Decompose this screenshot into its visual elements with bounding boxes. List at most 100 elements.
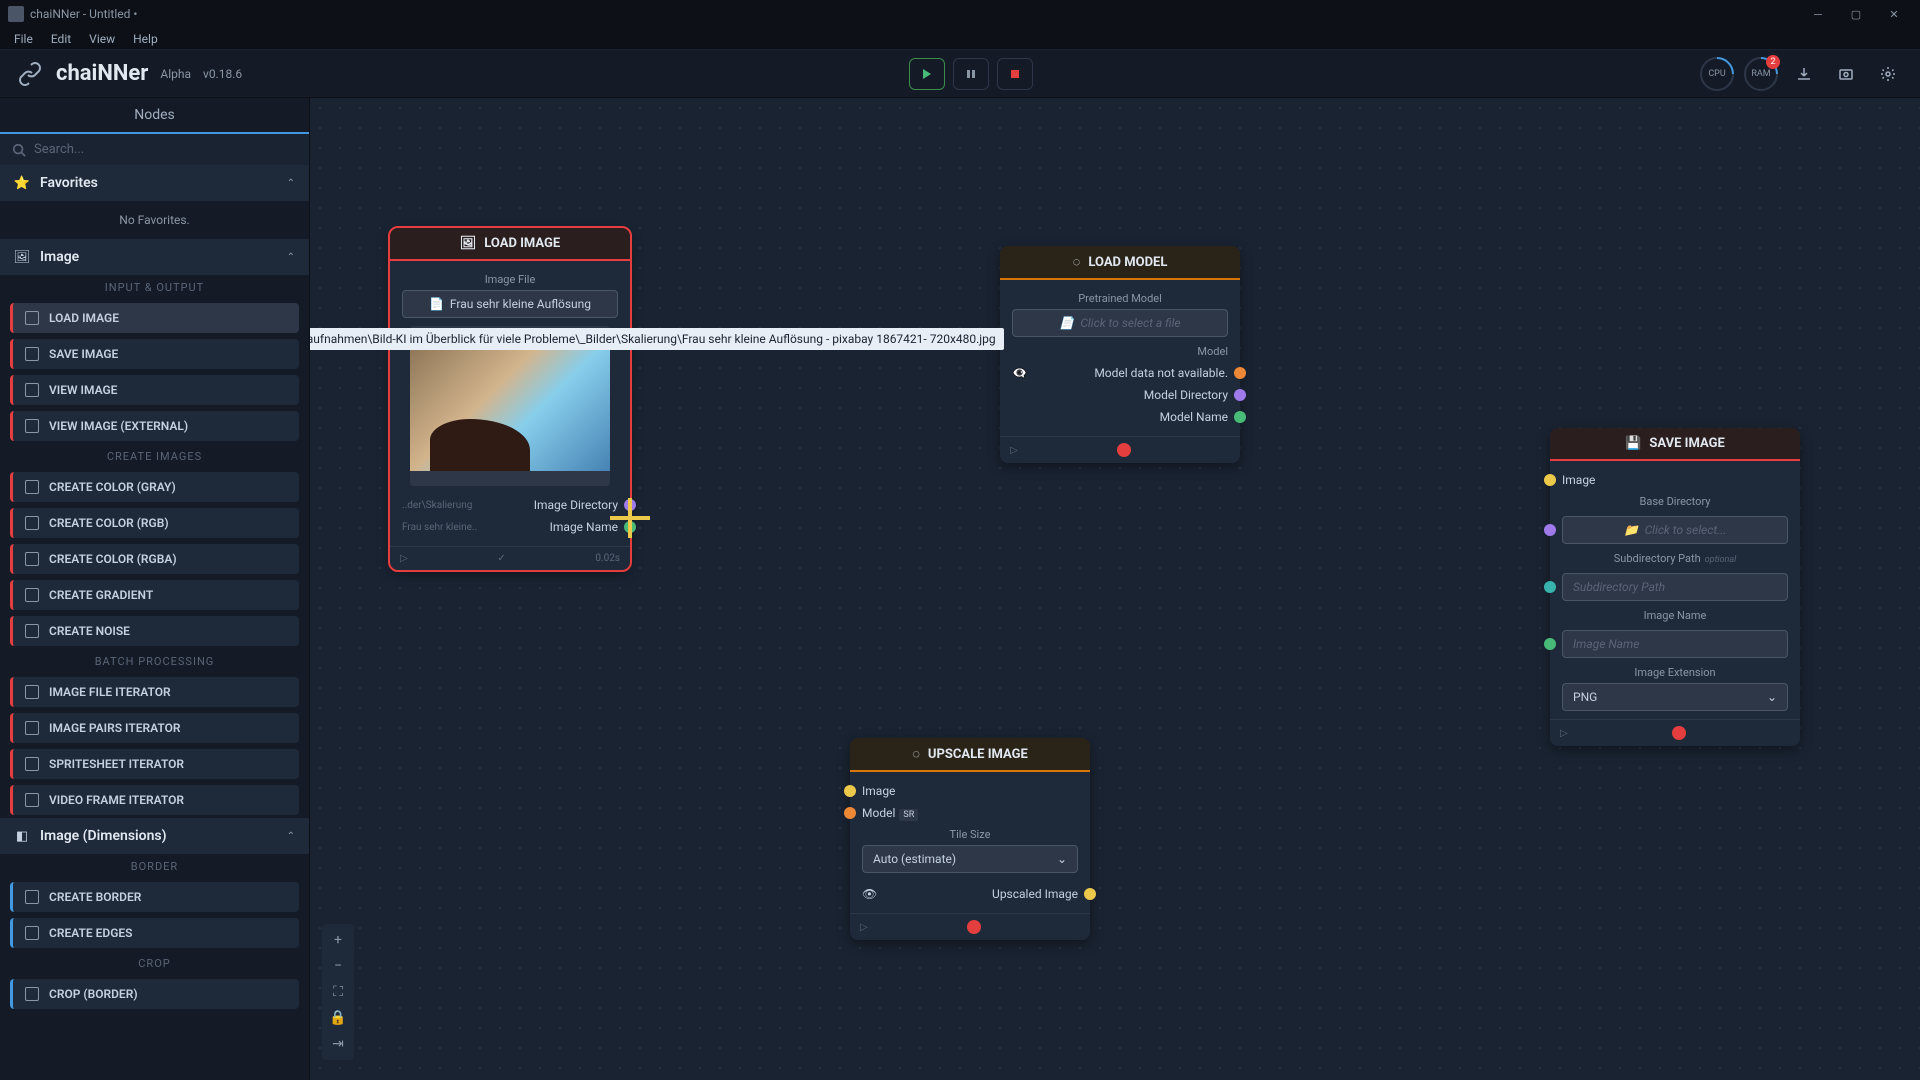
out-name-label: Model Name [1160,410,1228,424]
subdir-label: Subdirectory Pathoptional [1562,552,1788,565]
port-model-in[interactable] [844,807,856,819]
no-favorites: No Favorites. [0,201,309,239]
minimize-button[interactable]: ─ [1800,4,1836,24]
model-warn: Model data not available. [1027,366,1228,380]
node-item-pairs-iterator[interactable]: IMAGE PAIRS ITERATOR [10,713,299,743]
screenshot-button[interactable] [1830,58,1862,90]
menu-file[interactable]: File [6,30,41,48]
out-dir-label: Model Directory [1144,388,1228,402]
file-icon: 📄 [429,297,444,311]
close-button[interactable]: ✕ [1876,4,1912,24]
play-icon[interactable]: ▷ [860,922,868,933]
name-input[interactable] [1562,630,1788,658]
node-item-create-rgb[interactable]: CREATE COLOR (RGB) [10,508,299,538]
file-picker[interactable]: 📄 Frau sehr kleine Auflösung [402,290,618,318]
stop-button[interactable] [997,58,1033,90]
play-icon[interactable]: ▷ [400,553,408,564]
image-icon: 🖼 [460,236,477,251]
tile-size-dropdown[interactable]: Auto (estimate) ⌄ [862,845,1078,873]
category-image[interactable]: 🖼 Image ⌃ [0,239,309,275]
node-item-spritesheet-iterator[interactable]: SPRITESHEET ITERATOR [10,749,299,779]
node-item-create-noise[interactable]: CREATE NOISE [10,616,299,646]
chevron-up-icon: ⌃ [287,252,295,263]
node-item-video-iterator[interactable]: VIDEO FRAME ITERATOR [10,785,299,815]
node-header[interactable]: 🖼 LOAD IMAGE [390,228,630,261]
port-model[interactable] [1234,367,1246,379]
port-subdir-in[interactable] [1544,581,1556,593]
node-item-file-iterator[interactable]: IMAGE FILE ITERATOR [10,677,299,707]
logo-icon [16,60,44,88]
ram-badge: 2 [1766,55,1780,69]
lock-button[interactable]: 🔒 [326,1006,350,1030]
file-icon: 📄 [1059,316,1074,330]
tab-nodes[interactable]: Nodes [0,98,309,134]
sidebar: Nodes ⭐ Favorites ⌃ No Favorites. 🖼 Imag… [0,98,310,1080]
node-header[interactable]: 💾 SAVE IMAGE [1550,428,1800,461]
node-item-view-image[interactable]: VIEW IMAGE [10,375,299,405]
menu-view[interactable]: View [81,30,123,48]
node-item-save-image[interactable]: SAVE IMAGE [10,339,299,369]
maximize-button[interactable]: ▢ [1838,4,1874,24]
play-icon[interactable]: ▷ [1560,728,1568,739]
port-directory[interactable] [624,499,636,511]
check-icon: ✓ [497,553,505,564]
node-load-model[interactable]: ◌ LOAD MODEL Pretrained Model 📄 Click to… [1000,246,1240,463]
menu-edit[interactable]: Edit [43,30,79,48]
warning-indicator [967,920,981,934]
node-item-create-border[interactable]: CREATE BORDER [10,882,299,912]
subdir-input[interactable] [1562,573,1788,601]
menu-help[interactable]: Help [125,30,166,48]
export-button[interactable]: ⇥ [326,1032,350,1056]
port-image-in[interactable] [1544,474,1556,486]
ram-meter: RAM2 [1744,57,1778,91]
run-button[interactable] [909,58,945,90]
search-input[interactable] [34,142,297,157]
port-model-dir[interactable] [1234,389,1246,401]
node-load-image[interactable]: 🖼 LOAD IMAGE Image File 📄 Frau sehr klei… [390,228,630,570]
folder-icon: 📁 [1624,523,1639,537]
fit-view-button[interactable]: ⛶ [326,980,350,1004]
subcat-crop: CROP [0,951,309,976]
subcat-batch: BATCH PROCESSING [0,649,309,674]
zoom-in-button[interactable]: + [326,928,350,952]
chevron-up-icon: ⌃ [287,178,295,189]
pause-button[interactable] [953,58,989,90]
node-item-create-rgba[interactable]: CREATE COLOR (RGBA) [10,544,299,574]
play-icon[interactable]: ▷ [1010,445,1018,456]
zoom-out-button[interactable]: − [326,954,350,978]
node-canvas[interactable]: C:\Users\stefa\4eck Media Dropbox\stefan… [310,98,1920,1080]
node-header[interactable]: ◌ UPSCALE IMAGE [850,738,1090,772]
node-item-crop-border[interactable]: CROP (BORDER) [10,979,299,1009]
image-icon: 🖼 [14,249,30,265]
node-header[interactable]: ◌ LOAD MODEL [1000,246,1240,280]
settings-button[interactable] [1872,58,1904,90]
node-item-create-gray[interactable]: CREATE COLOR (GRAY) [10,472,299,502]
eye-icon[interactable]: 👁 [862,887,877,901]
header-toolbar: chaiNNer Alpha v0.18.6 CPU RAM2 [0,50,1920,98]
port-name[interactable] [624,521,636,533]
node-item-load-image[interactable]: LOAD IMAGE [10,303,299,333]
category-dimensions[interactable]: ◧ Image (Dimensions) ⌃ [0,818,309,854]
port-image-in[interactable] [844,785,856,797]
node-upscale-image[interactable]: ◌ UPSCALE IMAGE Image ModelSR Tile Size … [850,738,1090,940]
in-model-label: ModelSR [862,806,1078,820]
save-icon: 💾 [1625,436,1641,451]
subcat-io: INPUT & OUTPUT [0,275,309,300]
node-item-create-gradient[interactable]: CREATE GRADIENT [10,580,299,610]
ext-dropdown[interactable]: PNG ⌄ [1562,683,1788,711]
port-model-name[interactable] [1234,411,1246,423]
download-button[interactable] [1788,58,1820,90]
port-upscaled[interactable] [1084,888,1096,900]
node-save-image[interactable]: 💾 SAVE IMAGE Image Base Directory 📁 Clic… [1550,428,1800,746]
node-item-view-image-external[interactable]: VIEW IMAGE (EXTERNAL) [10,411,299,441]
in-image-label: Image [1562,473,1788,487]
model-file-picker[interactable]: 📄 Click to select a file [1012,309,1228,337]
port-basedir-in[interactable] [1544,524,1556,536]
chevron-up-icon: ⌃ [287,831,295,842]
port-name-in[interactable] [1544,638,1556,650]
category-favorites[interactable]: ⭐ Favorites ⌃ [0,165,309,201]
file-label: Image File [402,273,618,286]
basedir-picker[interactable]: 📁 Click to select... [1562,516,1788,544]
subcat-create: CREATE IMAGES [0,444,309,469]
node-item-create-edges[interactable]: CREATE EDGES [10,918,299,948]
